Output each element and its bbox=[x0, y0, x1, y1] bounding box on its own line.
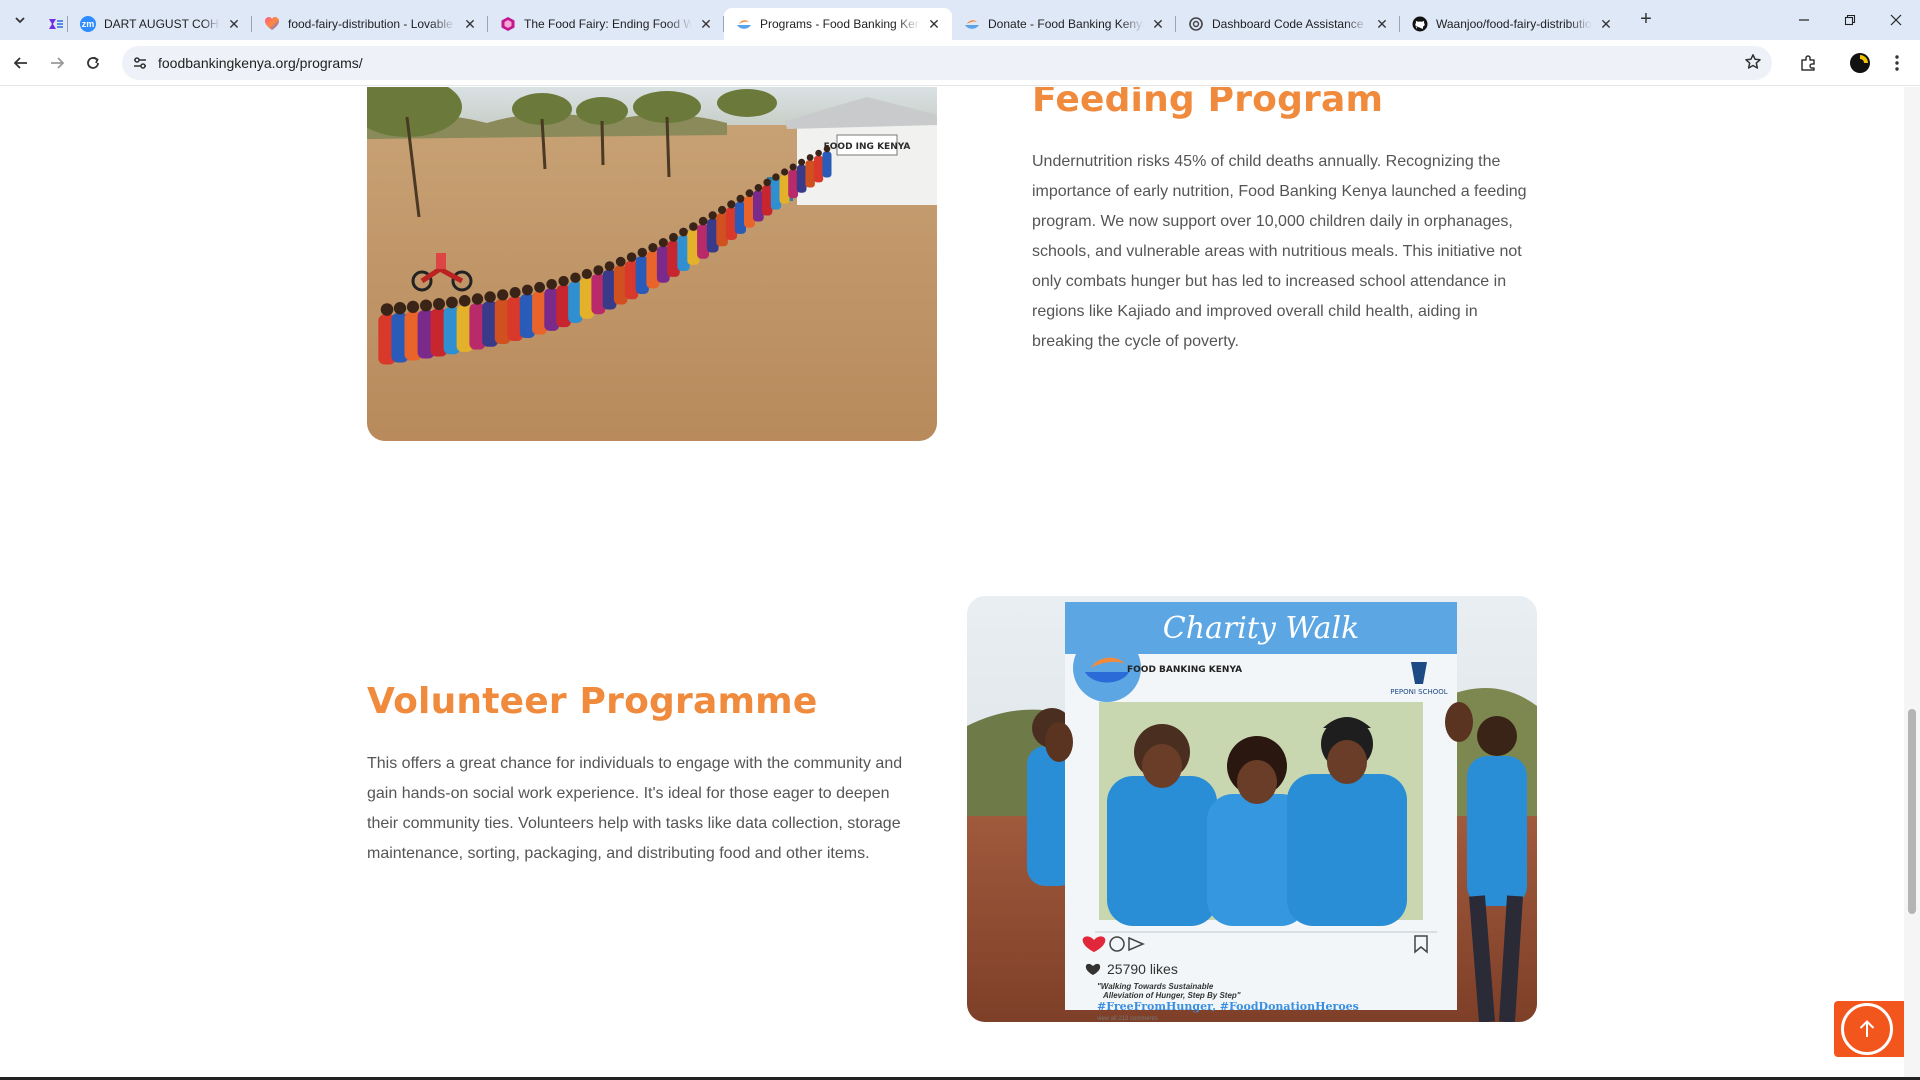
profile-button[interactable] bbox=[1843, 46, 1877, 80]
tab-title: DART AUGUST COHORT SESSION bbox=[104, 17, 220, 31]
feeding-program-description: Undernutrition risks 45% of child deaths… bbox=[1032, 153, 1527, 350]
back-button[interactable] bbox=[4, 46, 38, 80]
volunteer-programme-description: This offers a great chance for individua… bbox=[367, 755, 903, 862]
food-banking-kenya-icon bbox=[964, 16, 980, 32]
extensions-button[interactable] bbox=[1791, 46, 1825, 80]
more-vertical-icon bbox=[1895, 55, 1899, 71]
minimize-button[interactable] bbox=[1781, 0, 1827, 40]
puzzle-icon bbox=[1801, 55, 1815, 71]
arrow-up-icon bbox=[1859, 1020, 1875, 1037]
address-bar[interactable]: foodbankingkenya.org/programs/ bbox=[122, 46, 1772, 80]
arrow-right-icon bbox=[51, 56, 65, 69]
close-tab-icon[interactable]: ✕ bbox=[1150, 16, 1166, 32]
browser-menu-button[interactable] bbox=[1880, 46, 1914, 80]
close-window-button[interactable] bbox=[1873, 0, 1919, 40]
gamma-icon bbox=[500, 16, 516, 32]
tab-search-button[interactable] bbox=[6, 6, 34, 34]
close-tab-icon[interactable]: ✕ bbox=[1598, 16, 1614, 32]
lovable-heart-icon bbox=[264, 16, 280, 32]
zoom-icon: zm bbox=[80, 16, 96, 32]
frame-org-text: FOOD BANKING KENYA bbox=[1127, 665, 1242, 675]
frame-caption-line-2: Alleviation of Hunger, Step By Step" bbox=[1102, 991, 1241, 1000]
frame-header-text: Charity Walk bbox=[1163, 611, 1360, 646]
tab-strip: zm DART AUGUST COHORT SESSION ✕ food-fai… bbox=[0, 0, 1920, 40]
minimize-icon bbox=[1799, 19, 1809, 21]
tab-2[interactable]: food-fairy-distribution - Lovable ✕ bbox=[252, 8, 488, 40]
feeding-program-photo: FOOD ING KENYA bbox=[367, 87, 937, 441]
close-tab-icon[interactable]: ✕ bbox=[462, 16, 478, 32]
site-info-button[interactable] bbox=[126, 49, 154, 77]
tune-icon bbox=[134, 57, 146, 69]
close-tab-icon[interactable]: ✕ bbox=[226, 16, 242, 32]
bookmark-button[interactable] bbox=[1744, 53, 1762, 76]
frame-school-text: PEPONI SCHOOL bbox=[1390, 688, 1448, 696]
frame-likes-text: 25790 likes bbox=[1107, 961, 1178, 977]
frame-hashtags-text: #FreeFromHunger, #FoodDonationHeroes bbox=[1097, 1000, 1359, 1013]
close-tab-icon[interactable]: ✕ bbox=[698, 16, 714, 32]
close-icon bbox=[1890, 14, 1902, 26]
forward-button[interactable] bbox=[40, 46, 74, 80]
tab-3[interactable]: The Food Fairy: Ending Food Waste ✕ bbox=[488, 8, 724, 40]
arrow-left-icon bbox=[13, 56, 27, 69]
restore-icon bbox=[1844, 14, 1856, 26]
tab-7[interactable]: Waanjoo/food-fairy-distribution ✕ bbox=[1400, 8, 1624, 40]
back-to-top-button[interactable] bbox=[1834, 1001, 1904, 1057]
tab-title: Donate - Food Banking Kenya bbox=[988, 17, 1144, 31]
tab-5[interactable]: Donate - Food Banking Kenya ✕ bbox=[952, 8, 1176, 40]
back-to-top-ring bbox=[1841, 1003, 1893, 1055]
tab-title: Programs - Food Banking Kenya bbox=[760, 17, 920, 31]
tab-title: food-fairy-distribution - Lovable bbox=[288, 17, 453, 31]
tab-1[interactable]: zm DART AUGUST COHORT SESSION ✕ bbox=[68, 8, 252, 40]
chevron-down-icon bbox=[15, 17, 25, 24]
reload-button[interactable] bbox=[76, 46, 110, 80]
github-icon bbox=[1412, 16, 1428, 32]
frame-caption-line-1: "Walking Towards Sustainable bbox=[1097, 982, 1214, 991]
close-tab-icon[interactable]: ✕ bbox=[1374, 16, 1390, 32]
power-automate-icon bbox=[48, 16, 64, 32]
url-text[interactable]: foodbankingkenya.org/programs/ bbox=[158, 55, 363, 71]
building-sign-text: FOOD ING KENYA bbox=[824, 142, 911, 152]
restore-button[interactable] bbox=[1827, 0, 1873, 40]
new-tab-button[interactable]: + bbox=[1632, 6, 1660, 34]
feeding-program-title: Feeding Program bbox=[1032, 87, 1384, 120]
volunteer-programme-title: Volunteer Programme bbox=[367, 681, 818, 722]
avatar bbox=[1850, 53, 1870, 73]
food-banking-kenya-icon bbox=[736, 16, 752, 32]
chatgpt-icon bbox=[1188, 16, 1204, 32]
star-icon bbox=[1745, 54, 1761, 69]
plus-icon: + bbox=[1640, 8, 1652, 30]
page-viewport: FOOD ING KENYA Feeding Program Undernutr… bbox=[0, 87, 1904, 1080]
tab-4-active[interactable]: Programs - Food Banking Kenya ✕ bbox=[724, 8, 952, 40]
tab-title: The Food Fairy: Ending Food Waste bbox=[524, 17, 692, 31]
tab-title: Waanjoo/food-fairy-distribution bbox=[1436, 17, 1592, 31]
reload-icon bbox=[87, 56, 99, 69]
volunteer-programme-photo: Charity Walk FOOD BANKING KENYA PEPONI S… bbox=[967, 596, 1537, 1022]
scrollbar-thumb[interactable] bbox=[1908, 709, 1916, 914]
page-scrollbar[interactable] bbox=[1904, 87, 1920, 1080]
tab-0[interactable] bbox=[34, 8, 68, 40]
frame-comments-text: view all 213 comments bbox=[1097, 1016, 1158, 1022]
tab-6[interactable]: Dashboard Code Assistance ✕ bbox=[1176, 8, 1400, 40]
close-tab-icon[interactable]: ✕ bbox=[926, 16, 942, 32]
browser-toolbar: foodbankingkenya.org/programs/ bbox=[0, 40, 1920, 86]
tab-title: Dashboard Code Assistance bbox=[1212, 17, 1364, 31]
